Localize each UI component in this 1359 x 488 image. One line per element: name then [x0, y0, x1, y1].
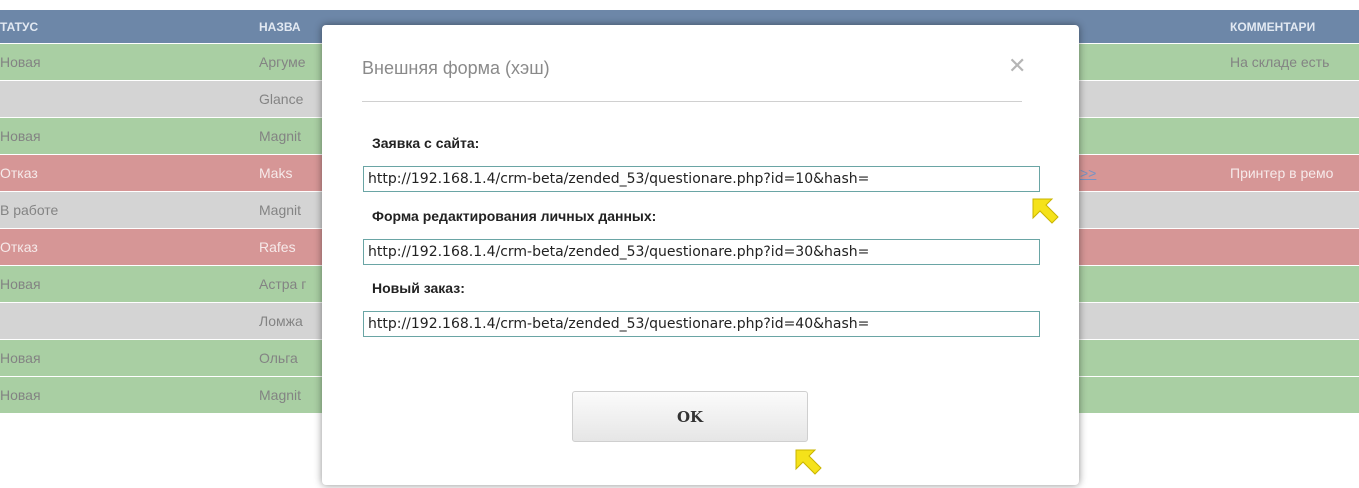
field-label-edit-personal-data: Форма редактирования личных данных: [372, 208, 657, 224]
pointer-arrow-icon [795, 449, 822, 475]
new-order-url-input[interactable] [363, 311, 1040, 337]
site-request-url-input[interactable] [363, 166, 1040, 192]
title-divider [362, 101, 1022, 102]
ok-button[interactable]: OK [572, 391, 808, 442]
field-label-site-request: Заявка с сайта: [372, 135, 480, 151]
field-label-new-order: Новый заказ: [372, 280, 465, 296]
close-icon[interactable]: ✕ [1008, 55, 1026, 77]
hash-form-dialog: Внешняя форма (хэш) ✕ Заявка с сайта: Фо… [322, 25, 1079, 485]
pointer-arrow-icon [1032, 198, 1059, 224]
edit-personal-data-url-input[interactable] [363, 239, 1040, 265]
dialog-title: Внешняя форма (хэш) [362, 58, 550, 78]
